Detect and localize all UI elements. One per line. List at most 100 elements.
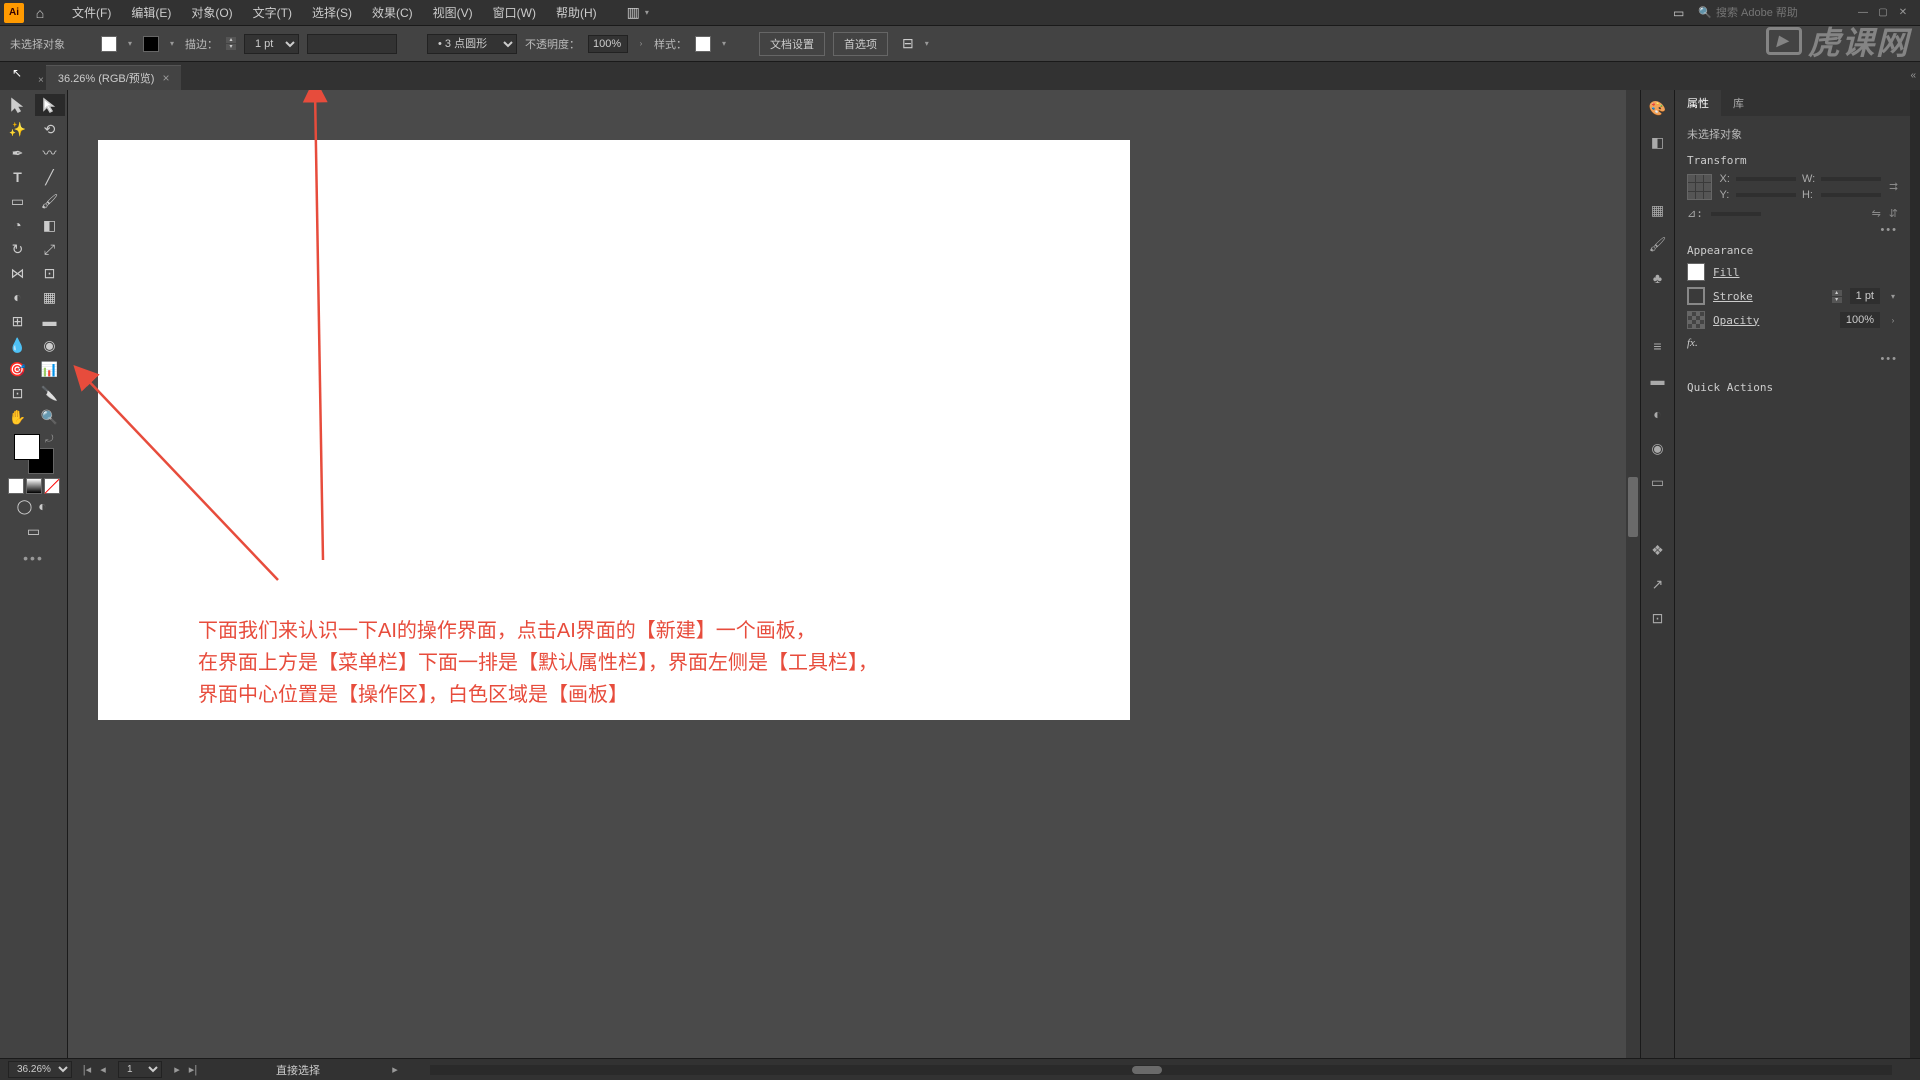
canvas-area[interactable]: 下面我们来认识一下AI的操作界面，点击AI界面的【新建】一个画板， 在界面上方是… xyxy=(68,90,1640,1058)
align-dropdown-icon[interactable]: ▾ xyxy=(922,39,932,48)
y-value[interactable] xyxy=(1736,193,1796,197)
document-tab-close-icon[interactable]: × xyxy=(162,71,169,85)
color-guide-icon[interactable]: ◧ xyxy=(1648,132,1668,152)
collapsed-panel-strip[interactable] xyxy=(1910,90,1920,1058)
color-picker[interactable]: ⤾ xyxy=(14,434,54,474)
shape-builder-tool[interactable]: ◐ xyxy=(3,286,33,308)
style-swatch[interactable] xyxy=(695,36,711,52)
zoom-tool[interactable]: 🔍 xyxy=(35,406,65,428)
appearance-opacity-value[interactable]: 100% xyxy=(1840,312,1880,328)
artboard-select[interactable]: 1 xyxy=(118,1061,162,1078)
appearance-stroke-dropdown-icon[interactable]: ▾ xyxy=(1888,292,1898,301)
stroke-weight-select[interactable]: 1 pt xyxy=(244,34,299,54)
flip-v-icon[interactable]: ⇵ xyxy=(1889,207,1898,220)
appearance-stroke-value[interactable]: 1 pt xyxy=(1850,288,1880,304)
opacity-input[interactable] xyxy=(588,35,628,53)
layout-dropdown-icon[interactable]: ▾ xyxy=(642,8,652,17)
magic-wand-tool[interactable]: ✨ xyxy=(3,118,33,140)
status-flyout-icon[interactable]: ▸ xyxy=(388,1063,402,1076)
draw-normal-icon[interactable]: ◯ xyxy=(17,498,33,514)
line-tool[interactable]: ╱ xyxy=(35,166,65,188)
libraries-tab[interactable]: 库 xyxy=(1721,90,1756,116)
direct-selection-tool[interactable] xyxy=(35,94,65,116)
horizontal-scrollbar[interactable] xyxy=(430,1065,1892,1075)
perspective-tool[interactable]: ▦ xyxy=(35,286,65,308)
rectangle-tool[interactable]: ▭ xyxy=(3,190,33,212)
selection-tool[interactable] xyxy=(3,94,33,116)
eraser-tool[interactable]: ◧ xyxy=(35,214,65,236)
slice-tool[interactable]: 🔪 xyxy=(35,382,65,404)
arrange-icon[interactable]: ▭ xyxy=(1673,6,1684,20)
document-tab[interactable]: 36.26% (RGB/预览) × xyxy=(46,65,182,90)
appearance-fill-label[interactable]: Fill xyxy=(1713,266,1898,279)
menu-file[interactable]: 文件(F) xyxy=(62,0,121,26)
reference-point[interactable] xyxy=(1687,174,1712,200)
stroke-profile[interactable] xyxy=(307,34,397,54)
align-icon[interactable]: ⊟ xyxy=(902,35,914,52)
tab-close-prev[interactable]: × xyxy=(38,75,44,86)
first-artboard-icon[interactable]: |◂ xyxy=(80,1063,94,1076)
menu-edit[interactable]: 编辑(E) xyxy=(121,0,181,26)
appearance-opacity-swatch[interactable] xyxy=(1687,311,1705,329)
home-icon[interactable]: ⌂ xyxy=(30,3,50,23)
zoom-select[interactable]: 36.26% xyxy=(8,1061,72,1078)
transform-more-icon[interactable]: ••• xyxy=(1687,224,1898,236)
menu-window[interactable]: 窗口(W) xyxy=(483,0,546,26)
foreground-color[interactable] xyxy=(14,434,40,460)
scale-tool[interactable]: ⤢ xyxy=(35,238,65,260)
appearance-stroke-label[interactable]: Stroke xyxy=(1713,290,1824,303)
prefs-button[interactable]: 首选项 xyxy=(833,32,888,56)
menu-effect[interactable]: 效果(C) xyxy=(362,0,423,26)
appearance-opacity-flyout-icon[interactable]: › xyxy=(1888,316,1898,325)
vertical-scrollbar-thumb[interactable] xyxy=(1628,477,1638,537)
horizontal-scrollbar-thumb[interactable] xyxy=(1132,1066,1162,1074)
curvature-tool[interactable]: 〰 xyxy=(35,142,65,164)
flip-h-icon[interactable]: ⇋ xyxy=(1872,207,1881,220)
next-artboard-icon[interactable]: ▸ xyxy=(170,1063,184,1076)
search-input[interactable] xyxy=(1716,7,1836,19)
pen-tool[interactable]: ✒ xyxy=(3,142,33,164)
symbol-sprayer-tool[interactable]: 🎯 xyxy=(3,358,33,380)
appearance-more-icon[interactable]: ••• xyxy=(1687,353,1898,365)
last-artboard-icon[interactable]: ▸| xyxy=(186,1063,200,1076)
blend-tool[interactable]: ◉ xyxy=(35,334,65,356)
eyedropper-tool[interactable]: 💧 xyxy=(3,334,33,356)
fx-button[interactable]: fx. xyxy=(1687,337,1898,349)
mesh-tool[interactable]: ⊞ xyxy=(3,310,33,332)
fill-swatch[interactable] xyxy=(101,36,117,52)
brushes-panel-icon[interactable]: 🖌 xyxy=(1648,234,1668,254)
brush-select[interactable]: • 3 点圆形 xyxy=(427,34,517,54)
x-value[interactable] xyxy=(1736,177,1796,181)
color-mode-gradient[interactable] xyxy=(26,478,42,494)
tab-flyout-icon[interactable]: « xyxy=(1910,70,1916,81)
width-tool[interactable]: ⋈ xyxy=(3,262,33,284)
stroke-panel-icon[interactable]: ≡ xyxy=(1648,336,1668,356)
paintbrush-tool[interactable]: 🖌 xyxy=(35,190,65,212)
stroke-spinner[interactable]: ▴▾ xyxy=(226,37,236,50)
rotate-tool[interactable]: ↻ xyxy=(3,238,33,260)
appearance-opacity-label[interactable]: Opacity xyxy=(1713,314,1832,327)
shaper-tool[interactable]: ◔ xyxy=(3,214,33,236)
opacity-flyout-icon[interactable]: › xyxy=(636,39,646,48)
screen-mode-icon[interactable]: ▭ xyxy=(19,520,49,542)
graphic-styles-icon[interactable]: ▭ xyxy=(1648,472,1668,492)
appearance-stroke-swatch[interactable] xyxy=(1687,287,1705,305)
free-transform-tool[interactable]: ⊡ xyxy=(35,262,65,284)
angle-value[interactable] xyxy=(1711,212,1761,216)
swap-colors-icon[interactable]: ⤾ xyxy=(45,434,53,445)
menu-select[interactable]: 选择(S) xyxy=(302,0,362,26)
appearance-fill-swatch[interactable] xyxy=(1687,263,1705,281)
gradient-tool[interactable]: ▬ xyxy=(35,310,65,332)
color-mode-fill[interactable] xyxy=(8,478,24,494)
constrain-proportions-icon[interactable]: ⮆ xyxy=(1889,181,1898,194)
vertical-scrollbar[interactable] xyxy=(1626,90,1640,1058)
style-dropdown-icon[interactable]: ▾ xyxy=(719,39,729,48)
gradient-panel-icon[interactable]: ▬ xyxy=(1648,370,1668,390)
menu-object[interactable]: 对象(O) xyxy=(181,0,242,26)
artboards-panel-icon[interactable]: ⊡ xyxy=(1648,608,1668,628)
layout-icon[interactable]: ▥ xyxy=(627,4,640,21)
prev-artboard-icon[interactable]: ◂ xyxy=(96,1063,110,1076)
transparency-panel-icon[interactable]: ◐ xyxy=(1648,404,1668,424)
symbols-panel-icon[interactable]: ♣ xyxy=(1648,268,1668,288)
appearance-stroke-spinner[interactable]: ▴▾ xyxy=(1832,290,1842,303)
